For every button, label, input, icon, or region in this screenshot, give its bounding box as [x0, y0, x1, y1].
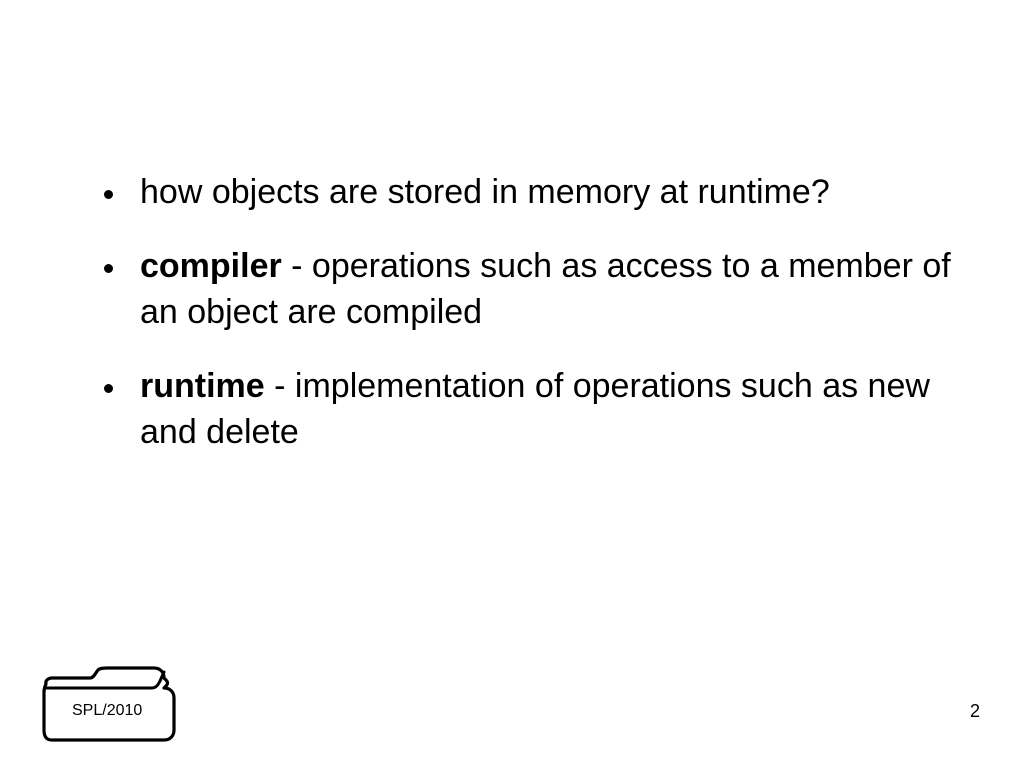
bullet-prefix: runtime	[140, 367, 265, 405]
folder-graphic: SPL/2010	[32, 648, 182, 748]
bullet-item: compiler - operations such as access to …	[90, 244, 954, 336]
slide-content: how objects are stored in memory at runt…	[90, 170, 954, 483]
page-number: 2	[970, 701, 980, 722]
folder-icon	[32, 648, 182, 748]
bullet-item: runtime - implementation of operations s…	[90, 364, 954, 456]
bullet-prefix: compiler	[140, 247, 282, 285]
bullet-text: how objects are stored in memory at runt…	[140, 173, 830, 211]
folder-label: SPL/2010	[72, 702, 142, 720]
bullet-item: how objects are stored in memory at runt…	[90, 170, 954, 216]
bullet-list: how objects are stored in memory at runt…	[90, 170, 954, 455]
